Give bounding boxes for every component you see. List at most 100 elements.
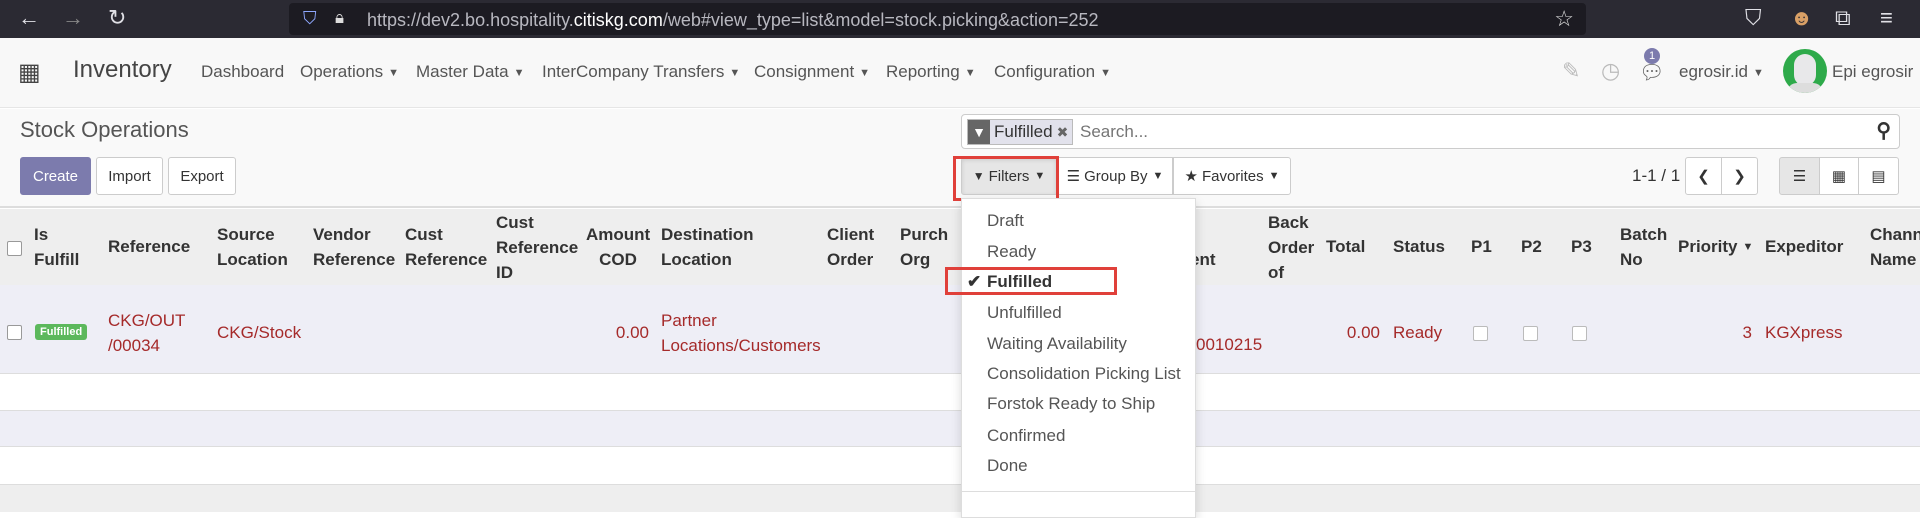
table-row-empty xyxy=(0,410,1920,447)
filter-consolidation-picking-list[interactable]: Consolidation Picking List xyxy=(987,364,1181,384)
search-icon[interactable]: ⚲ xyxy=(1876,118,1891,143)
list-bars-icon: ☰ xyxy=(1066,168,1081,185)
filter-confirmed[interactable]: Confirmed xyxy=(987,426,1065,446)
extensions-icon[interactable]: ⧉ xyxy=(1835,5,1851,31)
p3-checkbox xyxy=(1572,326,1587,341)
col-p3[interactable]: P3 xyxy=(1571,234,1592,259)
funnel-icon: ▼ xyxy=(968,120,990,144)
favorites-button[interactable]: ★ Favorites ▼ xyxy=(1173,157,1291,195)
pager-next-button[interactable]: ❯ xyxy=(1721,157,1758,195)
table-footer xyxy=(0,484,1920,512)
address-bar[interactable]: ⛉ 🔒︎ https://dev2.bo.hospitality.citiskg… xyxy=(289,3,1586,35)
col-p1[interactable]: P1 xyxy=(1471,234,1492,259)
list-view-button[interactable]: ☰ xyxy=(1779,157,1820,195)
bookmark-star-icon[interactable]: ☆ xyxy=(1554,6,1574,32)
col-vendor-reference[interactable]: Vendor Reference xyxy=(313,222,395,272)
extension-avatar-icon[interactable]: ☻ xyxy=(1790,5,1813,31)
menu-reporting[interactable]: Reporting ▼ xyxy=(886,62,976,82)
reload-icon[interactable]: ↻ xyxy=(108,5,126,31)
edit-icon[interactable]: ✎ xyxy=(1562,58,1580,84)
menu-dashboard[interactable]: Dashboard xyxy=(201,62,284,82)
cell-status: Ready xyxy=(1393,323,1443,342)
cell-destination-location[interactable]: Partner Locations/Customers xyxy=(661,308,831,358)
search-bar: ▼ Fulfilled ✖ ⚲ xyxy=(961,114,1900,149)
col-status[interactable]: Status xyxy=(1393,234,1445,259)
search-input[interactable] xyxy=(1080,119,1840,145)
kanban-view-button[interactable]: ▦ xyxy=(1819,157,1859,195)
col-purch-org[interactable]: Purch Org xyxy=(900,222,950,272)
filter-done[interactable]: Done xyxy=(987,456,1028,476)
company-switcher[interactable]: egrosir.id ▼ xyxy=(1679,62,1764,82)
browser-toolbar: ← → ↻ ⛉ 🔒︎ https://dev2.bo.hospitality.c… xyxy=(0,0,1920,38)
menu-intercompany-transfers[interactable]: InterCompany Transfers ▼ xyxy=(542,62,740,82)
user-name[interactable]: Epi egrosir xyxy=(1832,62,1913,82)
cell-expeditor[interactable]: KGXpress xyxy=(1765,320,1842,345)
select-all-checkbox[interactable] xyxy=(7,241,22,256)
col-amount-cod[interactable]: Amount COD xyxy=(586,222,650,272)
create-button[interactable]: Create xyxy=(20,157,91,195)
menu-icon[interactable]: ≡ xyxy=(1880,5,1893,31)
cell-hidden-partial: 0010215 xyxy=(1196,335,1263,354)
menu-consignment[interactable]: Consignment ▼ xyxy=(754,62,870,82)
chat-badge: 1 xyxy=(1644,48,1660,64)
col-reference[interactable]: Reference xyxy=(108,234,190,259)
col-priority[interactable]: Priority ▼ xyxy=(1678,234,1753,260)
col-destination-location[interactable]: Destination Location xyxy=(661,222,781,272)
cell-reference[interactable]: CKG/OUT /00034 xyxy=(108,308,185,358)
back-icon[interactable]: ← xyxy=(18,5,40,31)
export-button[interactable]: Export xyxy=(168,157,236,195)
filter-draft[interactable]: Draft xyxy=(987,211,1024,231)
calendar-view-button[interactable]: ▤ xyxy=(1858,157,1899,195)
col-total[interactable]: Total xyxy=(1326,234,1365,259)
filter-facet: ▼ Fulfilled ✖ xyxy=(967,119,1074,145)
shield-icon: ⛉ xyxy=(303,8,317,28)
p1-checkbox xyxy=(1473,326,1488,341)
clock-icon[interactable]: ◷ xyxy=(1601,58,1620,84)
star-icon: ★ xyxy=(1184,168,1198,185)
group-by-button[interactable]: ☰ Group By ▼ xyxy=(1057,157,1173,195)
highlight-box-fulfilled xyxy=(945,267,1117,295)
dropdown-divider xyxy=(962,491,1195,492)
col-p2[interactable]: P2 xyxy=(1521,234,1542,259)
col-channel-name-text: Chann Name xyxy=(1870,222,1920,272)
forward-icon[interactable]: → xyxy=(62,5,84,31)
filter-unfulfilled[interactable]: Unfulfilled xyxy=(987,303,1062,323)
menu-operations[interactable]: Operations ▼ xyxy=(300,62,399,82)
lock-icon: 🔒︎ xyxy=(335,8,345,27)
pocket-icon[interactable]: ⛉ xyxy=(1745,5,1762,31)
app-name: Inventory xyxy=(73,56,172,83)
p2-checkbox xyxy=(1523,326,1538,341)
cell-amount-cod: 0.00 xyxy=(615,323,649,342)
col-is-fulfill[interactable]: Is Fulfill xyxy=(34,222,84,272)
main-navbar: ▦ Inventory Dashboard Operations ▼ Master… xyxy=(0,38,1920,108)
row-checkbox[interactable] xyxy=(7,325,22,340)
facet-remove-icon[interactable]: ✖ xyxy=(1056,120,1073,144)
apps-grid-icon[interactable]: ▦ xyxy=(18,58,41,87)
col-batch-no[interactable]: Batch No xyxy=(1620,222,1670,272)
menu-master-data[interactable]: Master Data ▼ xyxy=(416,62,524,82)
col-client-order[interactable]: Client Order xyxy=(827,222,887,272)
col-cust-reference-id[interactable]: Cust Reference ID xyxy=(496,210,578,285)
cell-priority: 3 xyxy=(1742,323,1752,342)
sort-desc-icon: ▼ xyxy=(1742,241,1754,254)
cell-source-location[interactable]: CKG/Stock xyxy=(217,320,301,345)
pager-value: 1-1 / 1 xyxy=(1632,166,1681,185)
fulfilled-badge: Fulfilled xyxy=(35,324,88,340)
col-back-order-of[interactable]: Back Order of xyxy=(1268,210,1320,285)
menu-configuration[interactable]: Configuration ▼ xyxy=(994,62,1111,82)
filter-waiting-availability[interactable]: Waiting Availability xyxy=(987,334,1127,354)
filters-dropdown: Draft Ready ✔ Fulfilled Unfulfilled Waiti… xyxy=(961,198,1196,518)
filter-ready[interactable]: Ready xyxy=(987,242,1036,262)
page-title: Stock Operations xyxy=(20,117,189,142)
import-button[interactable]: Import xyxy=(96,157,163,195)
facet-label: Fulfilled xyxy=(990,120,1057,144)
col-source-location[interactable]: Source Location xyxy=(217,222,297,272)
filter-forstok-ready-to-ship[interactable]: Forstok Ready to Ship xyxy=(987,394,1155,414)
col-expeditor[interactable]: Expeditor xyxy=(1765,234,1843,259)
col-cust-reference[interactable]: Cust Reference xyxy=(405,222,487,272)
cell-total: 0.00 xyxy=(1346,323,1380,342)
url-text[interactable]: https://dev2.bo.hospitality.citiskg.com/… xyxy=(367,10,1099,31)
highlight-box-filters xyxy=(953,156,1059,201)
avatar[interactable] xyxy=(1783,49,1827,93)
pager-previous-button[interactable]: ❮ xyxy=(1685,157,1722,195)
